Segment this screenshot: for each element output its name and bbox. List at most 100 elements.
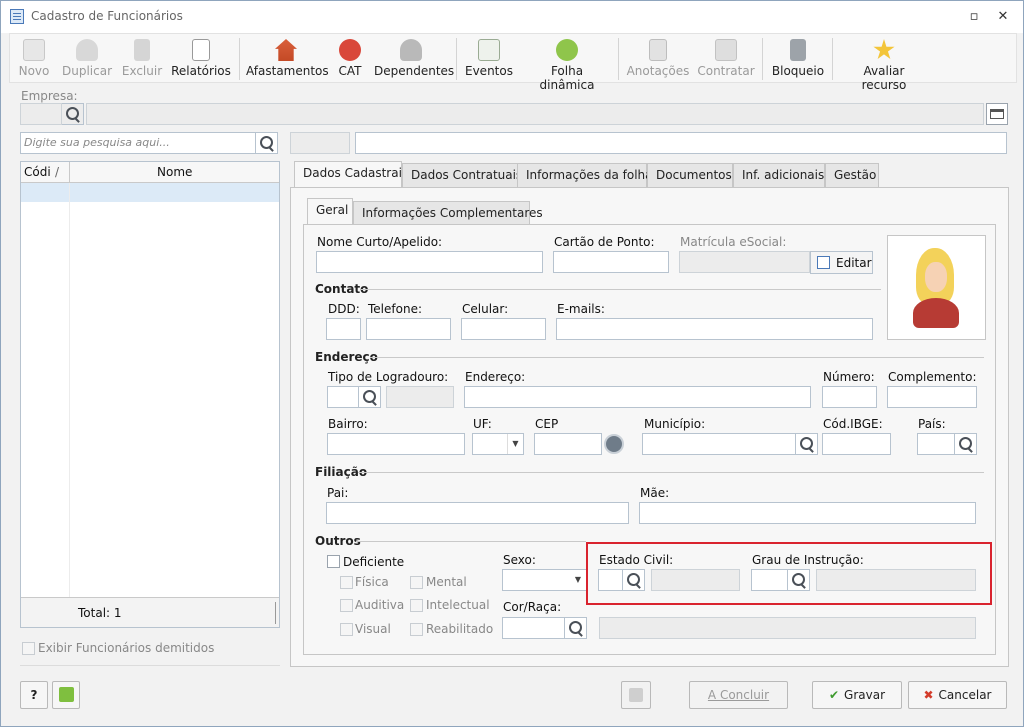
tipo-logradouro-label: Tipo de Logradouro:	[328, 370, 449, 384]
fisica-checkbox[interactable]	[340, 576, 353, 589]
dependentes-button[interactable]: Dependentes	[374, 36, 454, 82]
nome-curto-label: Nome Curto/Apelido:	[317, 235, 443, 249]
tab-informacoes-folha[interactable]: Informações da folha	[517, 163, 653, 187]
grau-instrucao-input[interactable]	[751, 569, 788, 591]
title-bar: Cadastro de Funcionários ▫ ✕	[1, 1, 1023, 33]
cor-raca-label: Cor/Raça:	[503, 600, 562, 614]
folha-dinamica-button[interactable]: Folha dinâmica	[522, 36, 612, 92]
relatorios-button[interactable]: Relatórios	[170, 36, 232, 82]
auditiva-label: Auditiva	[355, 598, 405, 612]
duplicar-button[interactable]: Duplicar	[58, 36, 116, 82]
avaliar-recurso-button[interactable]: Avaliar recurso	[840, 36, 928, 92]
tab-inf-adicionais[interactable]: Inf. adicionais	[733, 163, 825, 187]
visual-checkbox[interactable]	[340, 623, 353, 636]
help-button[interactable]: ?	[20, 681, 48, 709]
app-icon	[10, 9, 24, 24]
pai-input[interactable]	[326, 502, 629, 524]
subtab-geral[interactable]: Geral	[307, 198, 353, 225]
estado-civil-input[interactable]	[598, 569, 623, 591]
list-item[interactable]	[21, 183, 279, 202]
tipo-logradouro-search-icon[interactable]	[359, 386, 381, 408]
medical-cross-icon	[339, 39, 361, 61]
tab-dados-cadastrais[interactable]: Dados Cadastrais	[294, 161, 408, 188]
tab-documentos[interactable]: Documentos	[647, 163, 733, 187]
col-codigo-header[interactable]: Códi	[24, 165, 51, 179]
uf-label: UF:	[473, 417, 492, 431]
exibir-demitidos-checkbox[interactable]	[22, 642, 35, 655]
cod-ibge-input[interactable]	[822, 433, 891, 455]
question-icon: ?	[30, 688, 38, 702]
complemento-input[interactable]	[887, 386, 977, 408]
tab-dados-contratuais[interactable]: Dados Contratuais	[402, 163, 522, 187]
ddd-input[interactable]	[326, 318, 361, 340]
pais-input[interactable]	[917, 433, 955, 455]
deficiente-checkbox[interactable]	[327, 555, 340, 568]
auditiva-checkbox[interactable]	[340, 599, 353, 612]
bairro-input[interactable]	[327, 433, 465, 455]
col-nome-header[interactable]: Nome	[157, 165, 192, 179]
tab-gestao[interactable]: Gestão	[825, 163, 879, 187]
filter-name-input[interactable]	[355, 132, 1007, 154]
bairro-label: Bairro:	[328, 417, 368, 431]
cep-lookup-icon[interactable]	[604, 434, 624, 454]
subtab-info-complementares[interactable]: Informações Complementares	[353, 201, 543, 225]
novo-button[interactable]: Novo	[14, 36, 54, 82]
chevron-down-icon: ▼	[574, 575, 582, 584]
bloqueio-button[interactable]: Bloqueio	[770, 36, 826, 82]
sexo-label: Sexo:	[503, 553, 536, 567]
outros-section: Outros	[315, 534, 361, 548]
cancelar-button[interactable]: ✖ Cancelar	[908, 681, 1007, 709]
contratar-button[interactable]: Contratar	[696, 36, 756, 82]
tipo-logradouro-input[interactable]	[327, 386, 359, 408]
search-icon[interactable]	[256, 132, 278, 154]
cor-raca-search-icon[interactable]	[565, 617, 587, 639]
restore-icon[interactable]: ▫	[966, 9, 982, 25]
employee-photo[interactable]	[887, 235, 986, 340]
nome-curto-input[interactable]	[316, 251, 543, 273]
events-list-icon	[478, 39, 500, 61]
close-icon[interactable]: ✕	[995, 9, 1011, 25]
grau-instrucao-search-icon[interactable]	[788, 569, 810, 591]
cartao-ponto-input[interactable]	[553, 251, 669, 273]
gravar-button[interactable]: ✔ Gravar	[812, 681, 902, 709]
excluir-button[interactable]: Excluir	[120, 36, 164, 82]
numero-label: Número:	[823, 370, 875, 384]
intelectual-checkbox[interactable]	[410, 599, 423, 612]
star-icon	[873, 39, 895, 60]
emails-input[interactable]	[556, 318, 873, 340]
municipio-input[interactable]	[642, 433, 796, 455]
afastamentos-button[interactable]: Afastamentos	[246, 36, 329, 82]
empresa-code-input	[20, 103, 62, 125]
concluir-button[interactable]: A Concluir	[689, 681, 788, 709]
pais-search-icon[interactable]	[955, 433, 977, 455]
sexo-select[interactable]: ▼	[502, 569, 587, 591]
uf-select[interactable]: ▼	[472, 433, 524, 455]
report-icon	[192, 39, 210, 61]
estado-civil-search-icon[interactable]	[623, 569, 645, 591]
search-input[interactable]: Digite sua pesquisa aqui...	[20, 132, 256, 154]
calendar-icon[interactable]	[986, 103, 1008, 125]
endereco-section: Endereço	[315, 350, 378, 364]
empresa-label: Empresa:	[21, 89, 78, 103]
grau-instrucao-label: Grau de Instrução:	[752, 553, 864, 567]
mental-checkbox[interactable]	[410, 576, 423, 589]
export-button[interactable]	[52, 681, 80, 709]
celular-input[interactable]	[461, 318, 546, 340]
telefone-input[interactable]	[366, 318, 451, 340]
cep-input[interactable]	[534, 433, 602, 455]
mae-input[interactable]	[639, 502, 976, 524]
endereco-input[interactable]	[464, 386, 811, 408]
eventos-button[interactable]: Eventos	[464, 36, 514, 82]
editar-button[interactable]: Editar	[810, 251, 873, 274]
copy-button[interactable]	[621, 681, 651, 709]
reabilitado-checkbox[interactable]	[410, 623, 423, 636]
complemento-label: Complemento:	[888, 370, 977, 384]
numero-input[interactable]	[822, 386, 877, 408]
main-window: Cadastro de Funcionários ▫ ✕ Novo Duplic…	[0, 0, 1024, 727]
celular-label: Celular:	[462, 302, 509, 316]
estado-civil-desc	[651, 569, 740, 591]
anotacoes-button[interactable]: Anotações	[626, 36, 690, 82]
municipio-search-icon[interactable]	[796, 433, 818, 455]
cat-button[interactable]: CAT	[336, 36, 364, 82]
cor-raca-input[interactable]	[502, 617, 565, 639]
